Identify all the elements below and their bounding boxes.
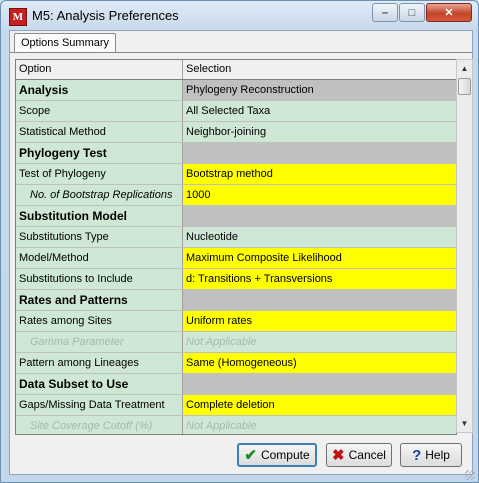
close-icon: ✕	[444, 7, 454, 19]
selection-cell	[183, 143, 456, 163]
option-cell: Scope	[16, 101, 183, 121]
selection-cell	[183, 290, 456, 310]
scroll-up-arrow-icon[interactable]: ▲	[457, 60, 472, 77]
mega-logo-icon: M	[9, 8, 27, 26]
selection-cell	[183, 206, 456, 226]
table-row[interactable]: Model/Method Maximum Composite Likelihood	[16, 248, 456, 269]
tab-label: Options Summary	[21, 37, 110, 49]
option-cell: Data Subset to Use	[16, 374, 183, 394]
selection-cell[interactable]: Bootstrap method	[183, 164, 456, 184]
option-cell: Substitutions to Include	[16, 269, 183, 289]
tab-options-summary[interactable]: Options Summary	[14, 33, 117, 52]
compute-button-label: Compute	[260, 448, 310, 462]
vertical-scrollbar[interactable]: ▲ ▼	[456, 59, 473, 433]
table-row: Substitution Model	[16, 206, 456, 227]
option-cell: Rates and Patterns	[16, 290, 183, 310]
maximize-button[interactable]: □	[399, 3, 425, 22]
option-cell: No. of Bootstrap Replications	[16, 185, 183, 205]
help-button-label: Help	[425, 448, 450, 462]
grid-rows: Analysis Phylogeny Reconstruction Scope All…	[16, 80, 456, 434]
selection-cell[interactable]: 1000	[183, 185, 456, 205]
table-row: Analysis Phylogeny Reconstruction	[16, 80, 456, 101]
selection-cell: Not Applicable	[183, 416, 456, 434]
cancel-button-label: Cancel	[348, 448, 386, 462]
help-button[interactable]: ? Help	[400, 443, 462, 467]
table-row: Data Subset to Use	[16, 374, 456, 395]
selection-cell: Neighbor-joining	[183, 122, 456, 142]
selection-cell[interactable]: d: Transitions + Transversions	[183, 269, 456, 289]
column-header-option[interactable]: Option	[16, 60, 183, 79]
table-row[interactable]: Pattern among Lineages Same (Homogeneous)	[16, 353, 456, 374]
dialog-client-area: Options Summary Option Selection Analysi…	[9, 30, 473, 475]
minimize-icon: –	[381, 6, 389, 19]
selection-cell[interactable]: Same (Homogeneous)	[183, 353, 456, 373]
table-row[interactable]: Gaps/Missing Data Treatment Complete dele…	[16, 395, 456, 416]
option-cell: Substitution Model	[16, 206, 183, 226]
selection-cell: Nucleotide	[183, 227, 456, 247]
scroll-down-arrow-icon[interactable]: ▼	[457, 415, 472, 432]
selection-cell: Phylogeny Reconstruction	[183, 80, 456, 100]
table-row: Site Coverage Cutoff (%) Not Applicable	[16, 416, 456, 434]
table-row: Gamma Parameter Not Applicable	[16, 332, 456, 353]
compute-button[interactable]: ✔ Compute	[237, 443, 317, 467]
column-header-selection[interactable]: Selection	[183, 60, 456, 79]
table-row[interactable]: Test of Phylogeny Bootstrap method	[16, 164, 456, 185]
table-row: Phylogeny Test	[16, 143, 456, 164]
title-bar[interactable]: M M5: Analysis Preferences – □ ✕	[2, 2, 477, 30]
dialog-window: M M5: Analysis Preferences – □ ✕ Options…	[0, 0, 479, 483]
table-row[interactable]: Substitutions to Include d: Transitions +…	[16, 269, 456, 290]
window-title: M5: Analysis Preferences	[32, 8, 179, 23]
option-cell: Analysis	[16, 80, 183, 100]
table-row: Statistical Method Neighbor-joining	[16, 122, 456, 143]
table-row: Rates and Patterns	[16, 290, 456, 311]
maximize-icon: □	[408, 6, 416, 19]
selection-cell: All Selected Taxa	[183, 101, 456, 121]
option-cell: Phylogeny Test	[16, 143, 183, 163]
option-cell: Model/Method	[16, 248, 183, 268]
option-cell: Rates among Sites	[16, 311, 183, 331]
option-cell: Site Coverage Cutoff (%)	[16, 416, 183, 434]
selection-cell[interactable]: Maximum Composite Likelihood	[183, 248, 456, 268]
table-row[interactable]: Rates among Sites Uniform rates	[16, 311, 456, 332]
scrollbar-thumb[interactable]	[458, 78, 471, 95]
option-cell: Substitutions Type	[16, 227, 183, 247]
selection-cell: Not Applicable	[183, 332, 456, 352]
minimize-button[interactable]: –	[372, 3, 398, 22]
table-row[interactable]: No. of Bootstrap Replications 1000	[16, 185, 456, 206]
selection-cell[interactable]: Complete deletion	[183, 395, 456, 415]
option-cell: Gaps/Missing Data Treatment	[16, 395, 183, 415]
table-row: Substitutions Type Nucleotide	[16, 227, 456, 248]
question-icon: ?	[412, 446, 422, 464]
table-row: Scope All Selected Taxa	[16, 101, 456, 122]
option-cell: Test of Phylogeny	[16, 164, 183, 184]
selection-cell	[183, 374, 456, 394]
option-cell: Pattern among Lineages	[16, 353, 183, 373]
option-cell: Gamma Parameter	[16, 332, 183, 352]
x-icon: ✖	[332, 447, 345, 464]
tab-divider	[10, 52, 472, 53]
options-grid[interactable]: Option Selection Analysis Phylogeny Recon…	[15, 59, 457, 435]
selection-cell[interactable]: Uniform rates	[183, 311, 456, 331]
option-cell: Statistical Method	[16, 122, 183, 142]
cancel-button[interactable]: ✖ Cancel	[326, 443, 392, 467]
checkmark-icon: ✔	[244, 447, 257, 464]
resize-grip[interactable]	[465, 470, 475, 480]
close-button[interactable]: ✕	[426, 3, 472, 22]
grid-header: Option Selection	[16, 60, 456, 80]
